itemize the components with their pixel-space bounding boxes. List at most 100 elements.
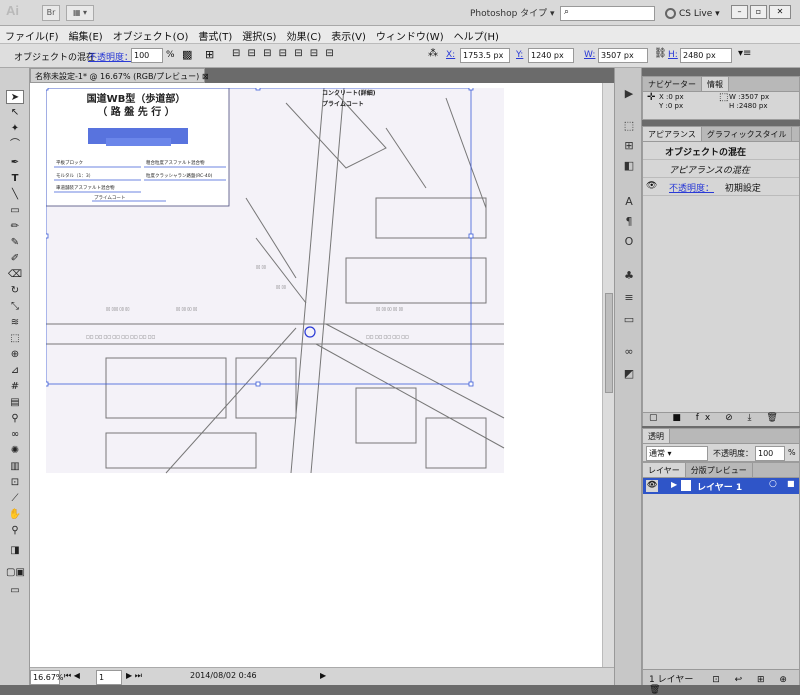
magic-wand-icon[interactable]: ✦ [6, 122, 24, 136]
warp-tool-icon[interactable]: ≋ [6, 316, 24, 330]
selection-tool-icon[interactable]: ➤ [6, 90, 24, 104]
hand-tool-icon[interactable]: ✋ [6, 508, 24, 522]
blob-brush-icon[interactable]: ✐ [6, 252, 24, 266]
tab-separations-preview[interactable]: 分版プレビュー [686, 463, 753, 477]
artboard-tool-icon[interactable]: ⊡ [6, 476, 24, 490]
paragraph-dock-icon[interactable]: ¶ [620, 214, 638, 230]
arrange-documents-button[interactable]: ▦ ▾ [66, 5, 94, 21]
maximize-button[interactable]: ▫ [750, 5, 767, 19]
tab-graphic-styles[interactable]: グラフィックスタイル [702, 127, 793, 141]
symbol-sprayer-icon[interactable]: ✺ [6, 444, 24, 458]
h-input[interactable]: 2480 px [680, 48, 732, 63]
tab-navigator[interactable]: ナビゲーター [643, 77, 702, 91]
close-button[interactable]: ✕ [769, 5, 791, 19]
constrain-link-icon[interactable]: ⛓ [654, 48, 667, 59]
reference-point-icon[interactable]: ⁂ [428, 48, 438, 59]
layer-row[interactable]: 👁 ▶ レイヤー 1 ○ ■ [643, 478, 799, 494]
links-dock-icon[interactable]: ∞ [620, 344, 638, 360]
cs-live-button[interactable]: CS Live ▾ [665, 6, 720, 21]
stroke-dock-icon[interactable]: ≡ [620, 290, 638, 306]
paintbrush-icon[interactable]: ✏ [6, 220, 24, 234]
appearance-footer-icons[interactable]: ▢ ■ fx ⊘ ⤓ 🗑 [643, 412, 799, 426]
zoom-tool-icon[interactable]: ⚲ [6, 524, 24, 538]
navigator-dock-icon[interactable]: ▶ [620, 86, 638, 102]
perspective-grid-icon[interactable]: ⊿ [6, 364, 24, 378]
menu-window[interactable]: ウィンドウ(W) [371, 26, 449, 45]
mesh-tool-icon[interactable]: # [6, 380, 24, 394]
tab-info[interactable]: 情報 [702, 77, 729, 91]
layer-target-icon[interactable]: ○ [769, 479, 777, 489]
transparency-opacity-input[interactable]: 100 [755, 446, 785, 461]
image-trace-dock-icon[interactable]: ◩ [620, 366, 638, 382]
search-input[interactable]: ⌕ [560, 6, 655, 21]
menu-select[interactable]: 選択(S) [237, 26, 281, 45]
fill-stroke-icon[interactable]: ◨ [6, 544, 24, 558]
symbols-dock-icon[interactable]: ♣ [620, 268, 638, 284]
tab-appearance[interactable]: アピアランス [643, 127, 702, 141]
menu-file[interactable]: ファイル(F) [0, 26, 64, 45]
visibility-eye-icon[interactable]: 👁 [646, 181, 657, 191]
blend-mode-select[interactable]: 通常 ▾ [646, 446, 708, 461]
y-input[interactable]: 1240 px [528, 48, 574, 63]
document-tab[interactable]: 名称未設定-1* @ 16.67% (RGB/プレビュー) ⊠ [30, 68, 209, 83]
artboard-nav-prev[interactable]: ⏮ ◀ [64, 671, 80, 681]
x-label[interactable]: X: [446, 50, 455, 60]
opentype-dock-icon[interactable]: O [620, 234, 638, 250]
opacity-input[interactable]: 100 [131, 48, 163, 63]
slice-tool-icon[interactable]: ⟋ [6, 492, 24, 506]
menu-help[interactable]: ヘルプ(H) [449, 26, 504, 45]
w-input[interactable]: 3507 px [598, 48, 648, 63]
menu-object[interactable]: オブジェクト(O) [108, 26, 194, 45]
layer-visibility-icon[interactable]: 👁 [646, 480, 658, 492]
artboard-number[interactable]: 1 [96, 670, 122, 685]
w-label[interactable]: W: [584, 50, 595, 60]
type-tool-icon[interactable]: T [6, 172, 24, 186]
align-buttons[interactable]: ⊟ ⊟ ⊟ ⊟ ⊟ ⊟ ⊟ [232, 48, 336, 59]
rectangle-tool-icon[interactable]: ▭ [6, 204, 24, 218]
pen-tool-icon[interactable]: ✒ [6, 156, 24, 170]
menu-effect[interactable]: 効果(C) [281, 26, 326, 45]
align-icon[interactable]: ⊞ [205, 48, 214, 61]
bridge-button[interactable]: Br [42, 5, 60, 21]
pencil-icon[interactable]: ✎ [6, 236, 24, 250]
shape-builder-icon[interactable]: ⊕ [6, 348, 24, 362]
x-input[interactable]: 1753.5 px [460, 48, 510, 63]
placed-map-image[interactable]: ▯▯ ▯▯▯ ▯▯ ▯▯ ▯▯ ▯▯ ▯▯ ▯▯ ▯▯ ▯▯ ▯▯ ▯▯ ▯▯ … [46, 88, 516, 478]
menu-view[interactable]: 表示(V) [326, 26, 371, 45]
color-mode-icon[interactable]: ▢▣ [6, 566, 25, 580]
eyedropper-icon[interactable]: ⚲ [6, 412, 24, 426]
scale-tool-icon[interactable]: ⤡ [6, 300, 24, 314]
character-dock-icon[interactable]: A [620, 194, 638, 210]
h-label[interactable]: H: [668, 50, 678, 60]
graph-tool-icon[interactable]: ▥ [6, 460, 24, 474]
direct-selection-tool-icon[interactable]: ↖ [6, 106, 24, 120]
align-dock-icon[interactable]: ⊞ [620, 138, 638, 154]
y-label[interactable]: Y: [516, 50, 523, 60]
lasso-icon[interactable]: ⌒ [6, 138, 24, 152]
scroll-thumb[interactable] [605, 293, 613, 393]
gradient-tool-icon[interactable]: ▤ [6, 396, 24, 410]
panel-menu-icon[interactable]: ▾≡ [738, 48, 751, 59]
opacity-link[interactable]: 不透明度： [88, 50, 133, 63]
screen-mode-icon[interactable]: ▭ [6, 584, 24, 598]
appearance-opacity-row[interactable]: 👁 不透明度： 初期設定 [643, 178, 799, 196]
free-transform-icon[interactable]: ⬚ [6, 332, 24, 346]
workspace-switcher[interactable]: Photoshop タイプ ▾ [470, 6, 560, 21]
menu-type[interactable]: 書式(T) [193, 26, 237, 45]
recolor-icon[interactable]: ▩ [182, 48, 192, 61]
status-menu[interactable]: ▶ [320, 671, 326, 680]
artboard-nav-next[interactable]: ▶ ⏭ [126, 671, 142, 681]
minimize-button[interactable]: – [731, 5, 748, 19]
tab-layers[interactable]: レイヤー [643, 463, 686, 477]
tab-transparency[interactable]: 透明 [643, 429, 670, 443]
pathfinder-dock-icon[interactable]: ◧ [620, 158, 638, 174]
layer-selection-icon[interactable]: ■ [787, 479, 795, 488]
menu-edit[interactable]: 編集(E) [64, 26, 108, 45]
zoom-level[interactable]: 16.67% [30, 670, 64, 685]
appearance-opacity-link[interactable]: 不透明度： [669, 184, 714, 194]
close-tab-icon[interactable]: ⊠ [202, 72, 209, 81]
vertical-scrollbar[interactable] [602, 83, 614, 667]
gradient-dock-icon[interactable]: ▭ [620, 312, 638, 328]
eraser-icon[interactable]: ⌫ [6, 268, 24, 282]
layer-expand-icon[interactable]: ▶ [671, 480, 677, 489]
